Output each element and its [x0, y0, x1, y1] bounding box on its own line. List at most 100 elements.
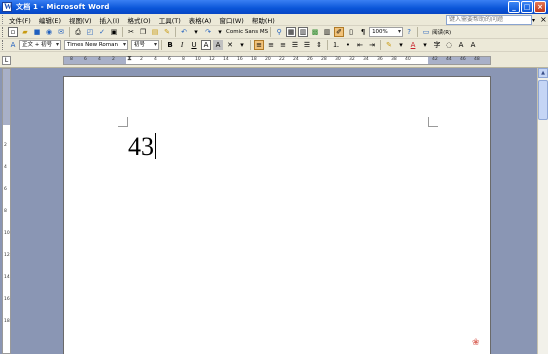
highlight-dropdown-icon[interactable]: ▾	[396, 40, 406, 50]
document-page[interactable]: 43	[63, 76, 491, 354]
document-map-icon[interactable]: ▯	[346, 27, 356, 37]
tables-borders-icon[interactable]: ▦	[286, 27, 297, 37]
toolbar-separator	[327, 40, 328, 50]
shrink-font-icon[interactable]: A	[468, 40, 478, 50]
styles-pane-icon[interactable]: A	[8, 40, 18, 50]
insert-excel-icon[interactable]: ▩	[310, 27, 320, 37]
print-preview-icon[interactable]: ◰	[85, 27, 95, 37]
toolbar-separator	[380, 40, 381, 50]
toolbar-separator	[161, 40, 162, 50]
menu-edit[interactable]: 编辑(E)	[35, 15, 65, 25]
font-color-icon[interactable]: A	[408, 40, 418, 50]
hyperlink-icon[interactable]: ⚲	[274, 27, 284, 37]
style-select[interactable]: 正文 + 初号	[19, 40, 61, 50]
vertical-ruler[interactable]: 2 4 6 8 10 12 14 16 18	[2, 68, 11, 354]
menu-file[interactable]: 文件(F)	[5, 15, 35, 25]
print-icon[interactable]: ⎙	[73, 27, 83, 37]
spelling-icon[interactable]: ✓	[97, 27, 107, 37]
redo-dropdown-icon[interactable]: ▾	[215, 27, 225, 37]
line-spacing-icon[interactable]: ⇕	[314, 40, 324, 50]
distributed-icon[interactable]: ☰	[302, 40, 312, 50]
decrease-indent-icon[interactable]: ⇤	[355, 40, 365, 50]
ruler-tick: 16	[237, 57, 243, 62]
menu-bar: 文件(F) 编辑(E) 视图(V) 插入(I) 格式(O) 工具(T) 表格(A…	[0, 14, 548, 26]
align-center-icon[interactable]: ≡	[266, 40, 276, 50]
ruler-tick: 6	[84, 57, 87, 62]
menu-format[interactable]: 格式(O)	[124, 15, 155, 25]
close-button[interactable]: ×	[534, 1, 546, 13]
help-icon[interactable]: ?	[404, 27, 414, 37]
toolbar-grip-handle[interactable]	[2, 40, 5, 50]
underline-button[interactable]: U	[189, 40, 199, 50]
ruler-tick: 2	[112, 57, 115, 62]
format-painter-icon[interactable]: ✎	[162, 27, 172, 37]
enclose-char-icon[interactable]: ◌	[444, 40, 454, 50]
menu-tools[interactable]: 工具(T)	[155, 15, 185, 25]
tab-selector-button[interactable]: L	[2, 56, 11, 65]
menu-window[interactable]: 窗口(W)	[215, 15, 248, 25]
maximize-button[interactable]: □	[521, 1, 533, 13]
document-workspace: 43	[11, 68, 537, 354]
cut-icon[interactable]: ✂	[126, 27, 136, 37]
save-icon[interactable]: ■	[32, 27, 42, 37]
char-scale-dropdown-icon[interactable]: ▾	[237, 40, 247, 50]
numbering-icon[interactable]: ⒈	[331, 40, 341, 50]
read-mode-button[interactable]: 阅读(R)	[432, 28, 451, 36]
help-search-input[interactable]: 键入需要帮助的问题	[446, 15, 532, 25]
ruler-tick: 18	[4, 319, 10, 324]
menu-table[interactable]: 表格(A)	[185, 15, 216, 25]
close-document-button[interactable]: ×	[540, 15, 547, 24]
insert-table-icon[interactable]: ▥	[298, 27, 309, 37]
italic-button[interactable]: I	[177, 40, 187, 50]
title-bar: 文档 1 - Microsoft Word _ □ ×	[0, 0, 548, 14]
drawing-icon[interactable]: ✐	[334, 27, 345, 37]
columns-icon[interactable]: ▥	[322, 27, 332, 37]
zoom-select[interactable]: 100%	[369, 27, 404, 37]
horizontal-ruler[interactable]: 8 6 4 2 2 4 6 8 10 12 14 16 18 20 22 24 …	[63, 54, 491, 65]
email-icon[interactable]: ✉	[56, 27, 66, 37]
text-cursor	[155, 133, 156, 159]
align-right-icon[interactable]: ≡	[278, 40, 288, 50]
highlight-icon[interactable]: ✎	[384, 40, 394, 50]
font-size-select[interactable]: 初号	[131, 40, 159, 50]
permission-icon[interactable]: ◉	[44, 27, 54, 37]
scroll-up-button[interactable]: ▲	[538, 68, 548, 78]
copy-icon[interactable]: ❐	[138, 27, 148, 37]
char-scale-icon[interactable]: ✕	[225, 40, 235, 50]
bullets-icon[interactable]: •	[343, 40, 353, 50]
first-line-indent-marker[interactable]: ⧗	[127, 54, 132, 63]
new-document-icon[interactable]: ▫	[8, 27, 18, 37]
research-icon[interactable]: ▣	[109, 27, 119, 37]
undo-dropdown-icon[interactable]: ▾	[191, 27, 201, 37]
grow-font-icon[interactable]: A	[456, 40, 466, 50]
undo-icon[interactable]: ↶	[179, 27, 189, 37]
menu-insert[interactable]: 插入(I)	[96, 15, 124, 25]
help-dropdown-icon[interactable]: ▾	[532, 17, 535, 24]
scroll-thumb[interactable]	[538, 80, 548, 120]
font-color-dropdown-icon[interactable]: ▾	[420, 40, 430, 50]
increase-indent-icon[interactable]: ⇥	[367, 40, 377, 50]
document-text[interactable]: 43	[128, 132, 156, 162]
font-preview-label[interactable]: Comic Sans MS	[226, 29, 268, 35]
vertical-scrollbar[interactable]: ▲	[537, 68, 548, 354]
char-border-icon[interactable]: A	[201, 40, 211, 50]
justify-icon[interactable]: ☰	[290, 40, 300, 50]
crop-mark-top-left	[118, 117, 128, 127]
ruler-tick: 26	[307, 57, 313, 62]
char-shading-icon[interactable]: A	[213, 40, 223, 50]
font-select[interactable]: Times New Roman	[64, 40, 128, 50]
ruler-tick: 42	[432, 57, 438, 62]
menu-view[interactable]: 视图(V)	[65, 15, 96, 25]
minimize-button[interactable]: _	[508, 1, 520, 13]
word-app-icon[interactable]	[2, 2, 12, 12]
align-left-icon[interactable]: ≡	[254, 40, 264, 50]
read-mode-icon[interactable]: ▭	[421, 27, 431, 37]
paste-icon[interactable]: ▤	[150, 27, 160, 37]
show-hide-icon[interactable]: ¶	[358, 27, 368, 37]
toolbar-grip-handle[interactable]	[2, 27, 5, 37]
phonetic-guide-icon[interactable]: 字	[432, 40, 442, 50]
bold-button[interactable]: B	[165, 40, 175, 50]
menu-help[interactable]: 帮助(H)	[248, 15, 279, 25]
redo-icon[interactable]: ↷	[203, 27, 213, 37]
open-folder-icon[interactable]: ▰	[20, 27, 30, 37]
